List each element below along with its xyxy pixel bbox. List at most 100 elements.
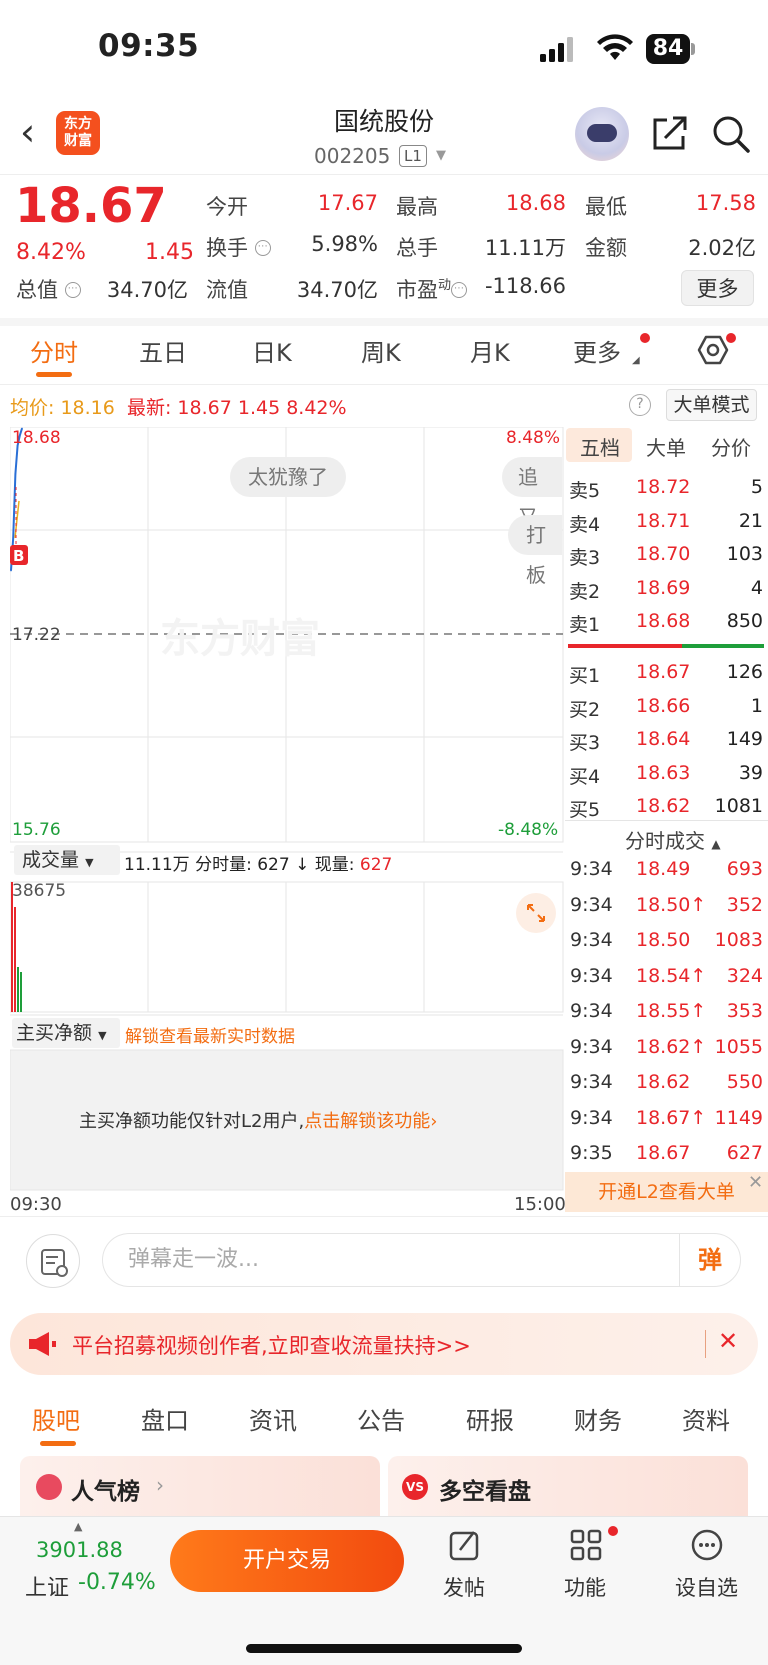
quote-section-divider <box>0 318 768 326</box>
index-change[interactable]: -0.74% <box>78 1570 156 1595</box>
tab-news[interactable]: 资讯 <box>249 1401 297 1436</box>
tick-time: 9:34 <box>570 1071 613 1093</box>
function-grid-icon[interactable] <box>569 1528 603 1562</box>
tick-time: 9:34 <box>570 858 613 880</box>
index-value[interactable]: 3901.88 <box>36 1538 123 1562</box>
tick-time: 9:35 <box>570 1142 613 1164</box>
tab-more[interactable]: 更多 <box>573 333 621 368</box>
header-divider <box>0 174 768 175</box>
post-label[interactable]: 发帖 <box>443 1572 485 1602</box>
time-axis-start: 09:30 <box>10 1194 62 1215</box>
tab-monthly-k[interactable]: 月K <box>470 333 510 368</box>
tab-financials[interactable]: 财务 <box>574 1401 622 1436</box>
ob-tab-five-levels[interactable]: 五档 <box>580 432 620 461</box>
price-point <box>10 569 12 572</box>
total-value-info-icon[interactable]: ⋯ <box>64 282 81 298</box>
tick-vol: 627 <box>726 1142 763 1164</box>
volume-selector[interactable]: 成交量 ▼ <box>14 845 120 875</box>
search-icon[interactable] <box>711 114 751 154</box>
tab-five-day[interactable]: 五日 <box>139 333 187 368</box>
watermark: 东方财富 <box>160 616 320 662</box>
tab-profile[interactable]: 资料 <box>682 1401 730 1436</box>
ask-vol: 850 <box>726 610 763 632</box>
function-label[interactable]: 功能 <box>564 1572 606 1602</box>
pe-value: -118.66 <box>484 274 566 298</box>
tick-time: 9:34 <box>570 1000 613 1022</box>
index-expand-icon[interactable]: ▲ <box>74 1520 82 1533</box>
stock-name[interactable]: 国统股份 <box>260 102 508 138</box>
pe-label: 市盈动 ⋯ <box>396 274 468 304</box>
netbuy-notice: 主买净额功能仅针对L2用户,点击解锁该功能› <box>79 1107 437 1133</box>
vs-icon: VS <box>402 1474 428 1500</box>
popularity-chevron-icon: › <box>156 1473 164 1497</box>
code-dropdown-icon[interactable]: ▼ <box>436 148 446 163</box>
netbuy-unlock-feature-link[interactable]: 点击解锁该功能 <box>304 1111 430 1132</box>
danmaku-bubble-2: 追又 <box>502 457 562 529</box>
intraday-chart[interactable]: 东方财富 B <box>10 427 564 1203</box>
l2-upgrade-banner[interactable]: 开通L2查看大单 <box>565 1172 768 1212</box>
total-value-label-text: 总值 <box>16 278 58 302</box>
ob-tab-big-orders[interactable]: 大单 <box>646 432 686 461</box>
danmaku-input[interactable]: 弹幕走一波... <box>102 1233 679 1287</box>
danmaku-settings-button[interactable] <box>26 1234 80 1288</box>
tick-time: 9:34 <box>570 1106 613 1129</box>
open-account-trade-button[interactable]: 开户交易 <box>170 1530 404 1592</box>
netbuy-unlock-link[interactable]: 解锁查看最新实时数据 <box>125 1022 295 1047</box>
big-order-mode-button[interactable]: 大单模式 <box>666 389 757 421</box>
buy-marker-text: B <box>13 547 24 565</box>
active-tab-underline <box>36 372 72 377</box>
ob-tab-price-distribution[interactable]: 分价 <box>711 432 751 461</box>
netbuy-selector[interactable]: 主买净额 ▼ <box>12 1018 120 1048</box>
low-value: 17.58 <box>695 191 756 215</box>
index-name[interactable]: 上证 <box>25 1570 69 1602</box>
tab-guba[interactable]: 股吧 <box>32 1401 80 1436</box>
post-icon[interactable] <box>448 1528 482 1562</box>
tab-weekly-k[interactable]: 周K <box>361 333 401 368</box>
volume-bar-4 <box>20 972 22 1012</box>
battery-indicator: 84 <box>646 34 690 64</box>
more-quote-button[interactable]: 更多 <box>681 270 754 306</box>
tick-vol: 693 <box>726 858 763 880</box>
bid-vol: 149 <box>726 728 763 750</box>
turnover-label-text: 换手 <box>206 236 248 260</box>
tab-daily-k[interactable]: 日K <box>252 333 292 368</box>
chart-min-price: 15.76 <box>12 820 61 840</box>
watchlist-label[interactable]: 设自选 <box>675 1572 738 1602</box>
netbuy-selector-caret-icon: ▼ <box>98 1029 107 1042</box>
expand-button[interactable] <box>516 893 556 933</box>
share-icon[interactable] <box>651 114 689 152</box>
current-volume-label: 现量: <box>314 855 355 875</box>
tab-research[interactable]: 研报 <box>466 1401 514 1436</box>
volume-down-arrow-icon: ↓ <box>295 855 310 875</box>
turnover-info-icon[interactable]: ⋯ <box>254 240 271 256</box>
ask-vol: 5 <box>750 476 763 498</box>
back-icon[interactable]: ‹ <box>20 112 60 152</box>
pe-info-icon[interactable]: ⋯ <box>451 282 468 298</box>
robot-face-icon <box>587 124 617 142</box>
tab-announcements[interactable]: 公告 <box>357 1401 405 1436</box>
volume-bar-3 <box>17 967 19 1012</box>
promo-close-icon[interactable]: ✕ <box>718 1327 738 1355</box>
ticks-title[interactable]: 分时成交 ▲ <box>625 825 721 854</box>
l2-banner-close-icon[interactable]: ✕ <box>748 1172 763 1193</box>
ask-label: 卖5 <box>569 480 601 502</box>
turnover-label: 换手 ⋯ <box>206 232 271 262</box>
low-label: 最低 <box>585 195 627 219</box>
minute-volume-label: 分时量: <box>195 855 252 875</box>
stock-code[interactable]: 002205 <box>314 144 390 168</box>
danmaku-send-button[interactable]: 弹 <box>679 1233 741 1287</box>
total-value-label: 总值 ⋯ <box>16 274 81 304</box>
chart-base-price: 17.22 <box>12 625 61 645</box>
bull-bear-title[interactable]: 多空看盘 <box>439 1472 531 1506</box>
settings-icon[interactable] <box>697 334 729 366</box>
promo-separator <box>705 1330 706 1358</box>
tab-pankou[interactable]: 盘口 <box>141 1401 189 1436</box>
popularity-title[interactable]: 人气榜 <box>71 1472 140 1506</box>
price-point <box>14 473 17 475</box>
promo-text[interactable]: 平台招募视频创作者,立即查收流量扶持>> <box>72 1330 471 1360</box>
change-percent: 8.42% <box>16 240 86 265</box>
add-watchlist-icon[interactable] <box>690 1528 724 1562</box>
tick-time: 9:34 <box>570 929 613 951</box>
help-icon[interactable]: ? <box>629 394 651 416</box>
tab-intraday[interactable]: 分时 <box>30 333 78 368</box>
